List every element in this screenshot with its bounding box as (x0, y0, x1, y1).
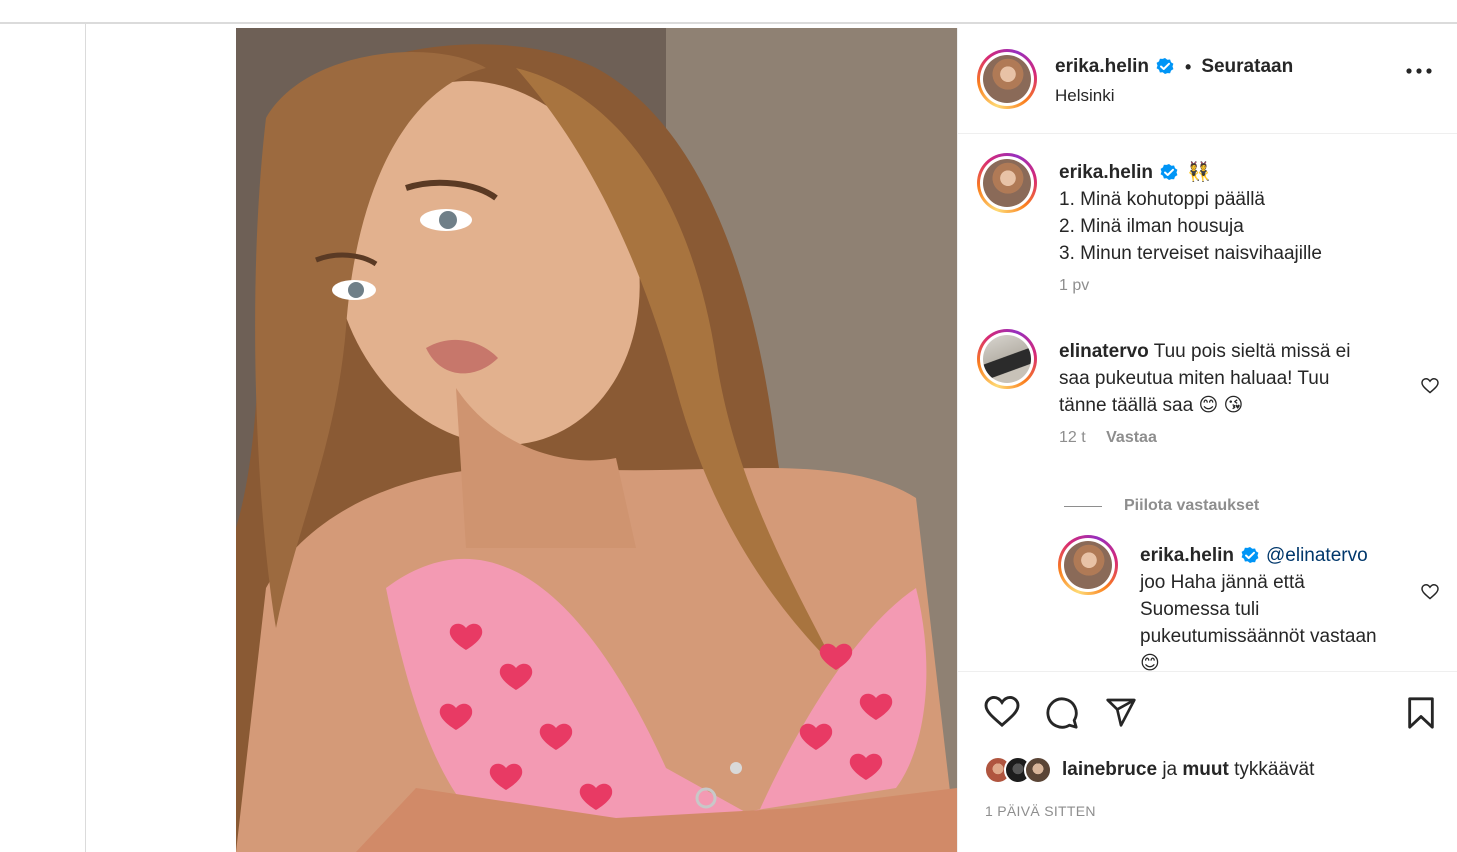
caption-line: 3. Minun terveiset naisvihaajille (1059, 243, 1322, 264)
comment-like-heart-icon[interactable] (1421, 378, 1439, 394)
reply: erika.helin @elinatervo joo Haha jännä e… (1140, 542, 1410, 671)
caption-author[interactable]: erika.helin (1059, 159, 1153, 186)
reply-button[interactable]: Vastaa (1106, 429, 1157, 446)
verified-icon (1160, 163, 1178, 180)
header-separator: • (1185, 56, 1192, 77)
reply-text: pukeutumissäännöt vastaan (1140, 626, 1377, 647)
post-side-panel: erika.helin • Seurataan Helsinki erika.h… (957, 28, 1457, 852)
reply-like-heart-icon[interactable] (1421, 584, 1439, 600)
likes-summary[interactable]: lainebruce ja muut tykkäävät (984, 754, 1314, 786)
verified-icon (1156, 58, 1174, 74)
comment-author[interactable]: elinatervo (1059, 341, 1149, 362)
likes-text: lainebruce ja muut tykkäävät (1062, 759, 1314, 781)
comment-text: tänne täällä saa 😊 😘 (1059, 395, 1244, 416)
follow-button[interactable]: Seurataan (1201, 56, 1293, 78)
replies-divider-line (1064, 505, 1102, 507)
comment: elinatervo Tuu pois sieltä missä ei saa … (1059, 338, 1379, 447)
reply-author[interactable]: erika.helin (1140, 542, 1234, 569)
other-likers-link[interactable]: muut (1182, 759, 1228, 780)
caption-author-avatar[interactable] (977, 153, 1037, 213)
liker-avatar (1024, 756, 1052, 784)
side-margin (86, 24, 236, 852)
comment-age[interactable]: 12 t (1059, 429, 1086, 446)
share-icon[interactable] (1104, 696, 1138, 728)
comment-icon[interactable] (1045, 696, 1079, 730)
reply-author-avatar[interactable] (1058, 535, 1118, 595)
comment-text: Tuu pois sieltä missä ei (1153, 341, 1351, 362)
reply-text: joo Haha jännä että (1140, 572, 1305, 593)
caption-line: 2. Minä ilman housuja (1059, 216, 1244, 237)
commenter-avatar[interactable] (977, 329, 1037, 389)
caption: erika.helin 👯 1. Minä kohutoppi päällä 2… (1059, 159, 1439, 295)
caption-age[interactable]: 1 pv (1059, 277, 1439, 295)
verified-icon (1241, 546, 1259, 563)
hide-replies-label[interactable]: Piilota vastaukset (1124, 497, 1259, 515)
left-gutter (0, 24, 86, 852)
first-liker-link[interactable]: lainebruce (1062, 759, 1157, 780)
comment-text: saa pukeutua miten haluaa! Tuu (1059, 368, 1330, 389)
photo-illustration (236, 28, 957, 852)
more-icon[interactable] (1406, 68, 1432, 74)
comments-list[interactable]: erika.helin 👯 1. Minä kohutoppi päällä 2… (958, 135, 1457, 671)
author-username[interactable]: erika.helin (1055, 56, 1149, 78)
caption-line: 1. Minä kohutoppi päällä (1059, 189, 1265, 210)
likes-verb: tykkäävät (1234, 759, 1315, 780)
post-header: erika.helin • Seurataan Helsinki (958, 28, 1457, 134)
post-timestamp[interactable]: 1 PÄIVÄ SITTEN (985, 803, 1096, 819)
reply-text: 😊 (1140, 653, 1160, 671)
post-location[interactable]: Helsinki (1055, 86, 1115, 106)
caption-emoji: 👯 (1187, 162, 1211, 183)
reply-text: Suomessa tuli (1140, 599, 1260, 620)
bookmark-icon[interactable] (1406, 696, 1436, 730)
heart-icon[interactable] (984, 696, 1020, 728)
likes-conjunction: ja (1162, 759, 1178, 780)
reply-mention[interactable]: @elinatervo (1266, 542, 1368, 569)
header-title-row: erika.helin • Seurataan (1055, 56, 1293, 78)
author-avatar[interactable] (977, 49, 1037, 109)
post-photo[interactable] (236, 28, 957, 852)
hide-replies-toggle[interactable]: Piilota vastaukset (1064, 497, 1259, 515)
